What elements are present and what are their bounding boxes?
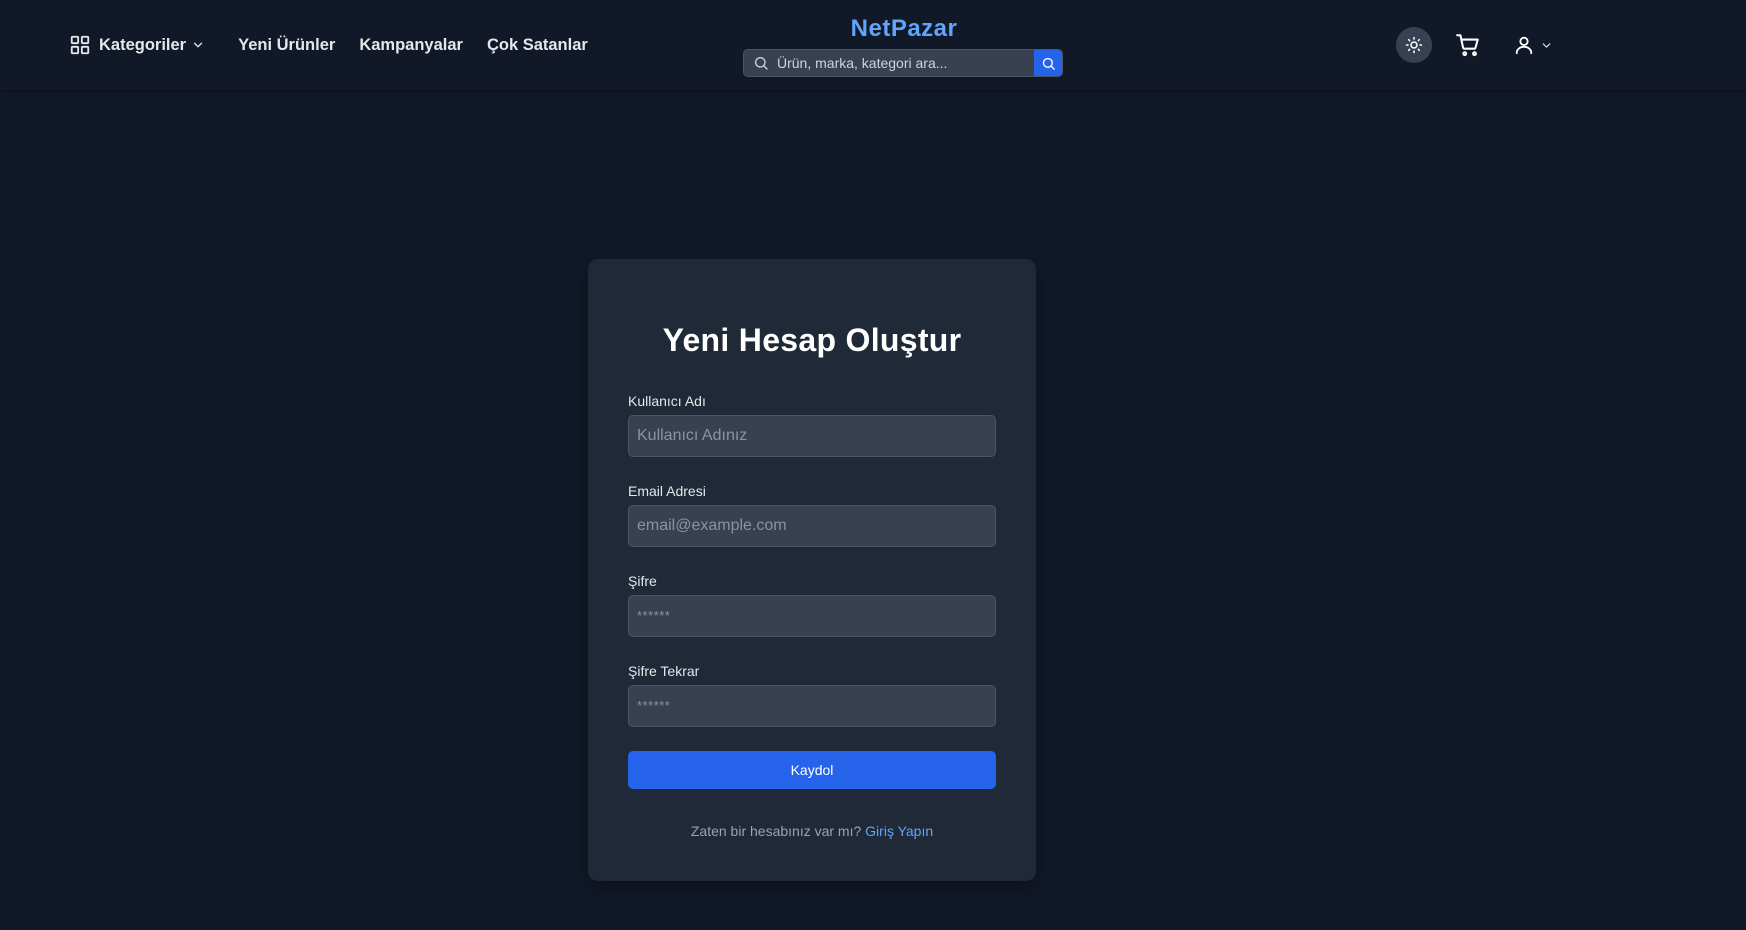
search-input[interactable] (769, 50, 1034, 76)
email-input[interactable] (628, 505, 996, 547)
email-label: Email Adresi (628, 483, 706, 499)
search-icon (755, 57, 768, 70)
password-confirm-label: Şifre Tekrar (628, 663, 700, 679)
password-confirm-input[interactable] (628, 685, 996, 727)
register-button[interactable]: Kaydol (628, 751, 996, 789)
password-input[interactable] (628, 595, 996, 637)
login-prompt: Zaten bir hesabınız var mı? Giriş Yapın (588, 823, 1036, 839)
login-link[interactable]: Giriş Yapın (865, 823, 933, 839)
main-nav: Kategoriler Yeni Ürünler Kampanyalar Çok… (69, 31, 588, 59)
username-label: Kullanıcı Adı (628, 393, 706, 409)
chevron-down-icon (1542, 42, 1551, 48)
nav-link-new-products[interactable]: Yeni Ürünler (238, 36, 335, 55)
search-icon (1042, 57, 1055, 70)
page-title: Yeni Hesap Oluştur (662, 322, 962, 358)
search-button[interactable] (1034, 50, 1062, 76)
nav-link-campaigns[interactable]: Kampanyalar (359, 36, 463, 55)
top-navbar: Kategoriler Yeni Ürünler Kampanyalar Çok… (0, 0, 1746, 90)
theme-toggle-button[interactable] (1396, 27, 1432, 63)
username-input[interactable] (628, 415, 996, 457)
brand-logo[interactable]: NetPazar (842, 15, 966, 43)
chevron-down-icon (193, 42, 203, 48)
categories-label: Kategoriler (99, 35, 187, 54)
nav-link-best-sellers[interactable]: Çok Satanlar (487, 36, 588, 55)
cart-icon[interactable] (1455, 32, 1481, 58)
grid-icon (70, 35, 90, 55)
sun-icon (1405, 36, 1423, 54)
user-menu-button[interactable] (1513, 32, 1553, 58)
search-bar (743, 49, 1063, 77)
categories-dropdown-button[interactable]: Kategoriler (69, 34, 205, 56)
login-prompt-text: Zaten bir hesabınız var mı? (690, 823, 862, 839)
user-icon (1515, 36, 1533, 55)
password-label: Şifre (628, 573, 657, 589)
